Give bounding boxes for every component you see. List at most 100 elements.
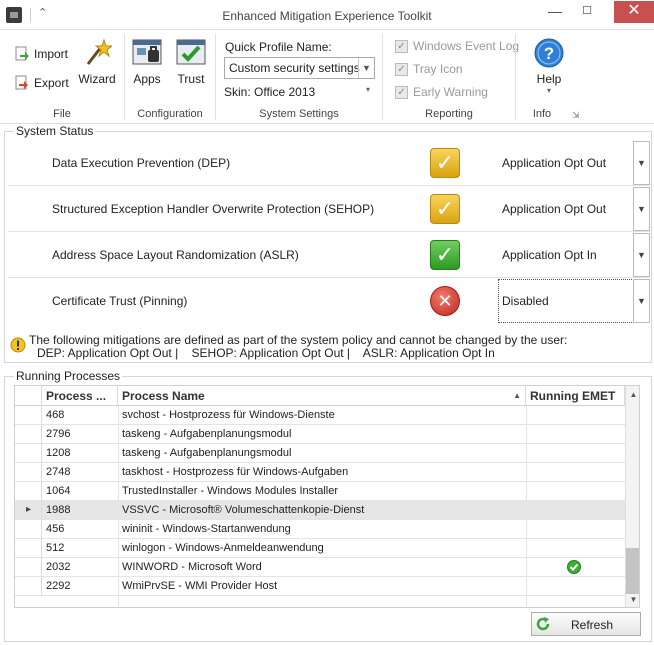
apps-button[interactable]: Apps: [130, 38, 164, 86]
row-indicator[interactable]: [15, 558, 42, 577]
status-row-dep: Data Execution Prevention (DEP) ✓ Applic…: [8, 140, 650, 186]
group-label-configuration: Configuration: [137, 108, 203, 120]
column-header-process-id[interactable]: Process ...: [42, 386, 118, 406]
status-row-aslr: Address Space Layout Randomization (ASLR…: [8, 232, 650, 278]
table-row[interactable]: 1064 TrustedInstaller - Windows Modules I…: [15, 482, 625, 501]
warning-check-icon: ✓: [430, 194, 460, 224]
apps-icon: [132, 38, 162, 68]
help-dropdown-icon: ▾: [546, 86, 551, 95]
skin-selector[interactable]: Skin: Office 2013: [224, 85, 315, 99]
policy-summary: DEP: Application Opt Out | SEHOP: Applic…: [37, 346, 495, 360]
row-indicator[interactable]: [15, 482, 42, 501]
quick-profile-value: Custom security settings: [229, 61, 360, 75]
cell-process-id: 2748: [46, 466, 71, 478]
import-button[interactable]: Import: [14, 43, 68, 65]
scroll-down-icon[interactable]: ▼: [626, 593, 639, 607]
warning-check-icon: ✓: [430, 148, 460, 178]
ok-check-icon: ✓: [430, 240, 460, 270]
cell-process-name: taskeng - Aufgabenplanungsmodul: [122, 447, 292, 459]
help-button[interactable]: ? Help ▾: [530, 38, 568, 95]
status-value: Application Opt In: [502, 248, 597, 262]
cell-process-name: VSSVC - Microsoft® Volumeschattenkopie-D…: [122, 504, 365, 516]
early-warning-checkbox[interactable]: ✓ Early Warning: [395, 85, 488, 99]
process-grid[interactable]: Process ... Process Name ▲ Running EMET …: [14, 385, 640, 608]
vertical-scrollbar[interactable]: ▲ ▼: [625, 386, 639, 607]
table-row[interactable]: 512 winlogon - Windows-Anmeldeanwendung: [15, 539, 625, 558]
skin-dropdown-icon[interactable]: ▾: [366, 85, 370, 94]
row-indicator[interactable]: [15, 539, 42, 558]
status-dropdown-button[interactable]: ▼: [633, 279, 650, 323]
column-header-running-emet[interactable]: Running EMET: [526, 386, 625, 406]
column-header-label: Process Name: [122, 389, 205, 403]
system-status-legend: System Status: [14, 124, 96, 138]
sort-ascending-icon: ▲: [513, 391, 521, 400]
table-row[interactable]: 456 wininit - Windows-Startanwendung: [15, 520, 625, 539]
close-button[interactable]: ✕: [614, 1, 654, 23]
cell-process-name: winlogon - Windows-Anmeldeanwendung: [122, 542, 324, 554]
row-indicator[interactable]: [15, 406, 42, 425]
status-row-sehop: Structured Exception Handler Overwrite P…: [8, 186, 650, 232]
cell-process-id: 1208: [46, 447, 71, 459]
row-indicator[interactable]: ▸: [15, 501, 42, 520]
cell-process-name: WmiPrvSE - WMI Provider Host: [122, 580, 278, 592]
group-label-reporting: Reporting: [425, 108, 473, 120]
status-dropdown-button[interactable]: ▼: [633, 141, 650, 185]
dialog-launcher-icon[interactable]: ⇲: [572, 110, 580, 121]
cell-process-name: wininit - Windows-Startanwendung: [122, 523, 291, 535]
status-name: Certificate Trust (Pinning): [52, 294, 188, 308]
column-header-process-name[interactable]: Process Name ▲: [118, 386, 526, 406]
import-icon: [14, 46, 30, 62]
row-indicator[interactable]: [15, 463, 42, 482]
export-icon: [14, 75, 30, 91]
row-indicator[interactable]: [15, 577, 42, 596]
trust-button[interactable]: Trust: [174, 38, 208, 86]
windows-event-log-checkbox[interactable]: ✓ Windows Event Log: [395, 39, 519, 53]
table-row[interactable]: 1208 taskeng - Aufgabenplanungsmodul: [15, 444, 625, 463]
status-dropdown-button[interactable]: ▼: [633, 233, 650, 277]
cell-process-id: 468: [46, 409, 65, 421]
checkmark-icon: ✓: [395, 39, 408, 53]
help-icon: ?: [534, 38, 564, 68]
checkmark-icon: ✓: [395, 62, 408, 76]
grid-row-header: [15, 386, 42, 406]
maximize-button[interactable]: ☐: [572, 1, 602, 23]
row-indicator[interactable]: [15, 520, 42, 539]
tray-icon-checkbox[interactable]: ✓ Tray Icon: [395, 62, 463, 76]
status-name: Data Execution Prevention (DEP): [52, 156, 231, 170]
table-row[interactable]: ▸ 1988 VSSVC - Microsoft® Volumeschattenko…: [15, 501, 625, 520]
scrollbar-thumb[interactable]: [626, 548, 639, 594]
status-value: Application Opt Out: [502, 156, 607, 170]
row-indicator[interactable]: [15, 444, 42, 463]
cell-process-id: 1988: [46, 504, 71, 516]
row-indicator[interactable]: [15, 425, 42, 444]
svg-text:?: ?: [544, 44, 554, 63]
cell-process-id: 1064: [46, 485, 71, 497]
table-row[interactable]: 2748 taskhost - Hostprozess für Windows-A…: [15, 463, 625, 482]
export-button[interactable]: Export: [14, 72, 69, 94]
emet-running-check-icon: [567, 560, 581, 574]
quick-profile-select[interactable]: Custom security settings ▼: [224, 57, 375, 79]
ribbon: Import Export Wizard File Apps Trust Con…: [0, 30, 654, 124]
status-name: Address Space Layout Randomization (ASLR…: [52, 248, 299, 262]
wizard-button[interactable]: Wizard: [78, 38, 116, 86]
group-label-system-settings: System Settings: [259, 108, 339, 120]
status-name: Structured Exception Handler Overwrite P…: [52, 202, 375, 216]
table-row[interactable]: 468 svchost - Hostprozess für Windows-Die…: [15, 406, 625, 425]
help-label: Help: [536, 72, 562, 86]
minimize-button[interactable]: —: [540, 1, 570, 23]
warning-icon: [10, 337, 26, 353]
table-row[interactable]: 2796 taskeng - Aufgabenplanungsmodul: [15, 425, 625, 444]
status-dropdown-button[interactable]: ▼: [633, 187, 650, 231]
import-label: Import: [34, 47, 69, 61]
policy-note: The following mitigations are defined as…: [29, 333, 568, 347]
table-row[interactable]: 2292 WmiPrvSE - WMI Provider Host: [15, 577, 625, 596]
refresh-label: Refresh: [570, 618, 614, 632]
table-row[interactable]: 2032 WINWORD - Microsoft Word: [15, 558, 625, 577]
cell-process-id: 2292: [46, 580, 71, 592]
chevron-down-icon[interactable]: ▼: [358, 58, 374, 78]
refresh-button[interactable]: Refresh: [531, 612, 641, 636]
error-x-icon: ✕: [430, 286, 460, 316]
cell-process-name: TrustedInstaller - Windows Modules Insta…: [122, 485, 339, 497]
title-bar: ⌃ Enhanced Mitigation Experience Toolkit…: [0, 0, 654, 30]
scroll-up-icon[interactable]: ▲: [626, 388, 639, 402]
